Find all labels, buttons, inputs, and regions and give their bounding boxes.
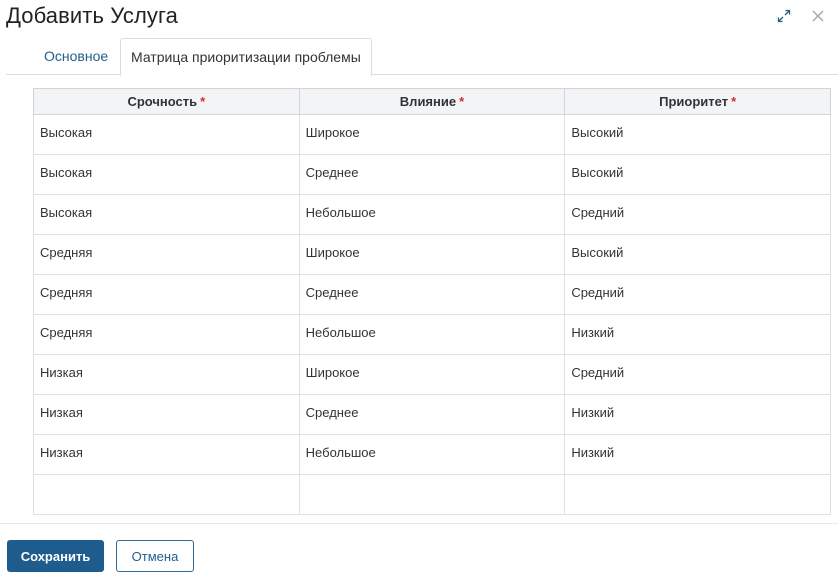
- save-button[interactable]: Сохранить: [7, 540, 104, 572]
- urgency-cell[interactable]: Высокая: [33, 194, 300, 235]
- priority-cell[interactable]: Средний: [564, 354, 831, 395]
- table-row: Высокая Небольшое Средний: [33, 194, 831, 235]
- dialog-controls: [774, 6, 828, 26]
- impact-cell[interactable]: Широкое: [298, 234, 566, 275]
- impact-cell[interactable]: Среднее: [298, 394, 566, 435]
- tab-bar: Основное Матрица приоритизации проблемы: [6, 38, 838, 76]
- required-mark: *: [459, 94, 465, 109]
- table-row: Высокая Широкое Высокий: [33, 114, 831, 155]
- tab-priority-matrix[interactable]: Матрица приоритизации проблемы: [120, 38, 372, 76]
- required-mark: *: [731, 94, 737, 109]
- priority-matrix-table: Срочность * Влияние * Приоритет * Высокая Ш…: [33, 88, 831, 515]
- priority-cell[interactable]: Низкий: [564, 314, 831, 355]
- table-row: Средняя Небольшое Низкий: [33, 314, 831, 355]
- urgency-cell[interactable]: Низкая: [33, 354, 300, 395]
- footer-divider: [0, 523, 838, 524]
- impact-cell[interactable]: Широкое: [298, 354, 566, 395]
- urgency-cell[interactable]: Средняя: [33, 274, 300, 315]
- priority-cell[interactable]: Высокий: [564, 234, 831, 275]
- table-row: Низкая Широкое Средний: [33, 354, 831, 395]
- priority-cell[interactable]: Средний: [564, 274, 831, 315]
- impact-cell[interactable]: Небольшое: [298, 434, 566, 475]
- column-header-impact: Влияние *: [298, 88, 566, 115]
- priority-cell[interactable]: Высокий: [564, 114, 831, 155]
- table-header-row: Срочность * Влияние * Приоритет *: [33, 88, 831, 115]
- table-row: Средняя Среднее Средний: [33, 274, 831, 315]
- priority-cell[interactable]: Высокий: [564, 154, 831, 195]
- impact-cell[interactable]: Среднее: [298, 154, 566, 195]
- dialog-title: Добавить Услуга: [6, 3, 178, 28]
- table-row: Средняя Широкое Высокий: [33, 234, 831, 275]
- column-header-label: Срочность: [127, 94, 198, 109]
- priority-cell[interactable]: Низкий: [564, 394, 831, 435]
- expand-icon[interactable]: [774, 6, 794, 26]
- close-icon[interactable]: [808, 6, 828, 26]
- urgency-cell[interactable]: Низкая: [33, 394, 300, 435]
- table-row: Низкая Среднее Низкий: [33, 394, 831, 435]
- column-header-urgency: Срочность *: [33, 88, 300, 115]
- column-header-label: Приоритет: [659, 94, 729, 109]
- urgency-cell[interactable]: Высокая: [33, 154, 300, 195]
- urgency-cell[interactable]: Высокая: [33, 114, 300, 155]
- table-row: Высокая Среднее Высокий: [33, 154, 831, 195]
- cancel-button[interactable]: Отмена: [116, 540, 194, 572]
- priority-cell[interactable]: Низкий: [564, 434, 831, 475]
- priority-cell[interactable]: Средний: [564, 194, 831, 235]
- impact-cell[interactable]: Небольшое: [298, 194, 566, 235]
- impact-cell[interactable]: Среднее: [298, 274, 566, 315]
- impact-cell[interactable]: Широкое: [298, 114, 566, 155]
- required-mark: *: [200, 94, 206, 109]
- impact-cell[interactable]: Небольшое: [298, 314, 566, 355]
- urgency-cell[interactable]: [33, 474, 300, 515]
- column-header-priority: Приоритет *: [564, 88, 831, 115]
- table-row: Низкая Небольшое Низкий: [33, 434, 831, 475]
- urgency-cell[interactable]: Низкая: [33, 434, 300, 475]
- table-row-empty: [33, 474, 831, 515]
- priority-cell[interactable]: [564, 474, 831, 515]
- column-header-label: Влияние: [399, 94, 457, 109]
- urgency-cell[interactable]: Средняя: [33, 234, 300, 275]
- urgency-cell[interactable]: Средняя: [33, 314, 300, 355]
- tab-main[interactable]: Основное: [44, 38, 108, 75]
- impact-cell[interactable]: [298, 474, 566, 515]
